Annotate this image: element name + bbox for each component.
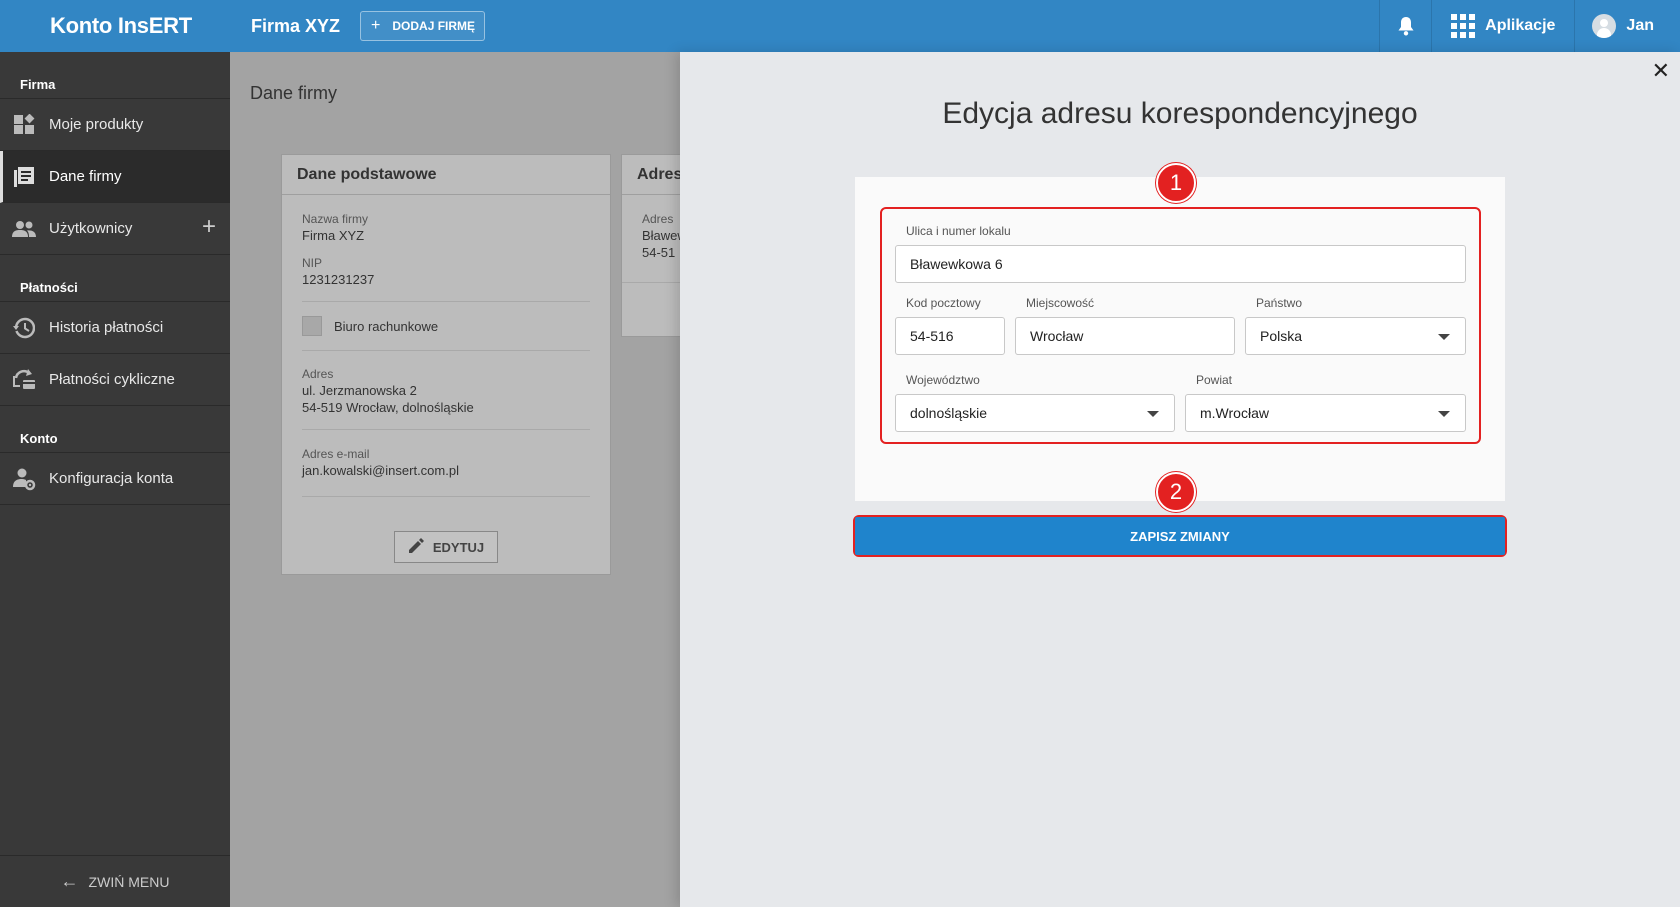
- city-input[interactable]: Wrocław: [1015, 317, 1235, 355]
- street-input[interactable]: Bławewkowa 6: [895, 245, 1466, 283]
- edit-address-drawer: ✕ Edycja adresu korespondencyjnego Ulica…: [680, 52, 1680, 907]
- email-label: Adres e-mail: [302, 447, 370, 461]
- save-changes-button[interactable]: ZAPISZ ZMIANY: [855, 517, 1505, 555]
- address-label: Adres: [642, 212, 674, 226]
- address-line1: ul. Jerzmanowska 2: [302, 383, 417, 398]
- users-icon: [12, 217, 36, 241]
- voivodeship-label: Województwo: [906, 373, 980, 387]
- collapse-menu-label: ZWIŃ MENU: [88, 873, 170, 890]
- sidebar-item-dane-firmy[interactable]: Dane firmy: [0, 151, 230, 203]
- address-label: Adres: [302, 367, 334, 381]
- voivodeship-selected-value: dolnośląskie: [910, 405, 988, 421]
- collapse-menu-button[interactable]: ← ZWIŃ MENU: [0, 855, 230, 907]
- user-name: Jan: [1626, 17, 1654, 34]
- document-list-icon: [12, 165, 36, 189]
- add-firm-label: DODAJ FIRMĘ: [392, 19, 476, 33]
- address-line2: 54-51: [642, 245, 676, 260]
- step-badge-1: 1: [1156, 163, 1196, 203]
- brand-logo[interactable]: Konto InsERT: [0, 0, 230, 52]
- close-icon[interactable]: ✕: [1652, 60, 1670, 82]
- divider: [302, 496, 590, 497]
- checkbox-label: Biuro rachunkowe: [334, 318, 439, 334]
- chevron-down-icon: [1147, 411, 1159, 417]
- top-right-controls: Aplikacje Jan: [1379, 0, 1680, 52]
- sidebar-item-platnosci-cykliczne[interactable]: Płatności cykliczne: [0, 354, 230, 406]
- apps-label: Aplikacje: [1485, 17, 1556, 34]
- avatar: [1592, 14, 1617, 38]
- apps-button[interactable]: Aplikacje: [1431, 0, 1574, 52]
- county-select[interactable]: m.Wrocław: [1185, 394, 1466, 432]
- card-title: Adres: [622, 155, 680, 195]
- account-settings-icon: [12, 467, 36, 491]
- sidebar-item-label: Płatności cykliczne: [49, 371, 175, 388]
- edit-label: EDYTUJ: [432, 539, 485, 555]
- sidebar-item-label: Moje produkty: [49, 116, 144, 133]
- bell-icon: [1398, 17, 1414, 36]
- step-badge-2: 2: [1156, 472, 1196, 512]
- county-selected-value: m.Wrocław: [1200, 405, 1269, 421]
- address-form-panel: Ulica i numer lokalu Bławewkowa 6 Kod po…: [855, 163, 1505, 501]
- postal-code-input[interactable]: 54-516: [895, 317, 1005, 355]
- add-firm-button[interactable]: + DODAJ FIRMĘ: [360, 11, 486, 41]
- drawer-title: Edycja adresu korespondencyjnego: [942, 97, 1418, 130]
- notifications-button[interactable]: [1379, 0, 1431, 52]
- country-selected-value: Polska: [1260, 328, 1303, 344]
- sidebar-section-konto: Konto: [0, 406, 230, 453]
- main-content: Dane firmy Dane podstawowe Nazwa firmy F…: [230, 52, 680, 907]
- accounting-office-checkbox[interactable]: [302, 316, 322, 336]
- recurring-payment-icon: [12, 368, 36, 392]
- county-label: Powiat: [1196, 373, 1233, 387]
- postal-code-label: Kod pocztowy: [906, 296, 981, 310]
- street-label: Ulica i numer lokalu: [906, 224, 1011, 238]
- email-value: jan.kowalski@insert.com.pl: [302, 463, 459, 478]
- sidebar-item-konfiguracja-konta[interactable]: Konfiguracja konta: [0, 453, 230, 505]
- city-label: Miejscowość: [1026, 296, 1095, 310]
- user-menu-button[interactable]: Jan: [1574, 0, 1680, 52]
- voivodeship-select[interactable]: dolnośląskie: [895, 394, 1175, 432]
- history-icon: [12, 316, 36, 340]
- country-select[interactable]: Polska: [1245, 317, 1466, 355]
- grid-icon: [1451, 14, 1476, 38]
- nip-label: NIP: [302, 256, 323, 270]
- firm-name-label: Nazwa firmy: [302, 212, 369, 226]
- add-user-icon[interactable]: +: [202, 215, 216, 239]
- top-bar: Konto InsERT Firma XYZ + DODAJ FIRMĘ Apl…: [0, 0, 1680, 52]
- chevron-down-icon: [1438, 411, 1450, 417]
- address-line2: 54-519 Wrocław, dolnośląskie: [302, 400, 474, 415]
- card-title: Dane podstawowe: [282, 155, 610, 195]
- plus-icon: +: [371, 17, 381, 34]
- card-basic-data: Dane podstawowe Nazwa firmy Firma XYZ NI…: [281, 154, 611, 575]
- country-label: Państwo: [1256, 296, 1303, 310]
- sidebar-item-label: Dane firmy: [49, 168, 122, 185]
- sidebar-item-label: Konfiguracja konta: [49, 470, 174, 487]
- pencil-icon: [408, 537, 424, 557]
- current-firm-name[interactable]: Firma XYZ: [251, 16, 340, 37]
- nip-value: 1231231237: [302, 272, 375, 287]
- edit-button[interactable]: EDYTUJ: [394, 531, 498, 563]
- products-icon: [12, 113, 36, 137]
- firm-name-value: Firma XYZ: [302, 228, 365, 243]
- sidebar-item-label: Użytkownicy: [49, 220, 133, 237]
- sidebar-section-firma: Firma: [0, 52, 230, 99]
- sidebar-item-label: Historia płatności: [49, 319, 164, 336]
- sidebar-item-moje-produkty[interactable]: Moje produkty: [0, 99, 230, 151]
- address-line1: Bławew: [642, 228, 680, 243]
- arrow-left-icon: ←: [60, 871, 79, 891]
- divider: [622, 282, 680, 283]
- page-title: Dane firmy: [250, 83, 338, 103]
- card-address: Adres Adres Bławew 54-51: [621, 154, 680, 337]
- sidebar-item-historia-platnosci[interactable]: Historia płatności: [0, 302, 230, 354]
- sidebar-item-uzytkownicy[interactable]: Użytkownicy +: [0, 203, 230, 255]
- sidebar-section-platnosci: Płatności: [0, 255, 230, 302]
- chevron-down-icon: [1438, 334, 1450, 340]
- sidebar: Firma Moje produkty Dane firmy Użytkowni…: [0, 52, 230, 907]
